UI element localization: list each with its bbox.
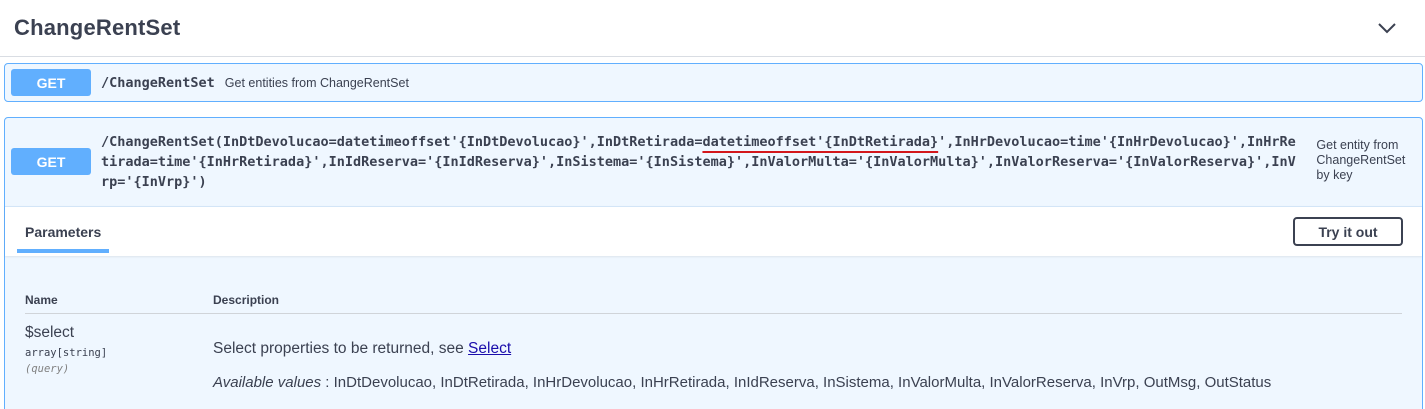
- parameters-header: Name Description: [25, 284, 1402, 314]
- available-label: Available values: [213, 374, 322, 391]
- section-header[interactable]: ChangeRentSet: [0, 0, 1425, 57]
- parameter-description: Select properties to be returned, see Se…: [213, 340, 511, 358]
- select-link[interactable]: Select: [468, 340, 511, 357]
- tabs-bar: Parameters Try it out: [5, 206, 1422, 256]
- parameter-in: (query): [25, 363, 70, 375]
- column-header-description: Description: [213, 293, 280, 307]
- available-values: Available values : InDtDevolucao, InDtRe…: [213, 374, 1271, 391]
- parameter-name: $select: [25, 324, 75, 341]
- parameter-name-cell: $select array[string] (query): [25, 324, 107, 375]
- tab-parameters[interactable]: Parameters: [17, 207, 110, 257]
- section-title: ChangeRentSet: [14, 15, 181, 40]
- operation-path: /ChangeRentSet(InDtDevolucao=datetimeoff…: [101, 132, 1302, 192]
- operation-get-by-key: GET /ChangeRentSet(InDtDevolucao=datetim…: [4, 117, 1423, 409]
- available-list: : InDtDevolucao, InDtRetirada, InHrDevol…: [321, 374, 1272, 391]
- column-header-name: Name: [25, 293, 58, 307]
- chevron-down-icon[interactable]: [1377, 21, 1397, 35]
- get-method-badge[interactable]: GET: [11, 69, 91, 96]
- description-text: Select properties to be returned, see: [213, 340, 469, 357]
- operation-description: Get entities from ChangeRentSet: [224, 75, 409, 90]
- operation-get-collection: GET /ChangeRentSet Get entities from Cha…: [4, 63, 1423, 102]
- path-part: /ChangeRentSet(InDtDevolucao=datetimeoff…: [101, 133, 703, 150]
- operation-summary[interactable]: GET /ChangeRentSet Get entities from Cha…: [5, 64, 1422, 101]
- get-method-badge[interactable]: GET: [11, 148, 91, 175]
- operation-description: Get entity from ChangeRentSet by key: [1316, 138, 1406, 182]
- operation-path: /ChangeRentSet: [101, 74, 215, 91]
- parameter-type: array[string]: [25, 347, 108, 359]
- operation-summary[interactable]: GET /ChangeRentSet(InDtDevolucao=datetim…: [5, 118, 1422, 205]
- path-highlight: datetimeoffset'{InDtRetirada}: [702, 133, 939, 150]
- try-it-out-button[interactable]: Try it out: [1293, 217, 1403, 246]
